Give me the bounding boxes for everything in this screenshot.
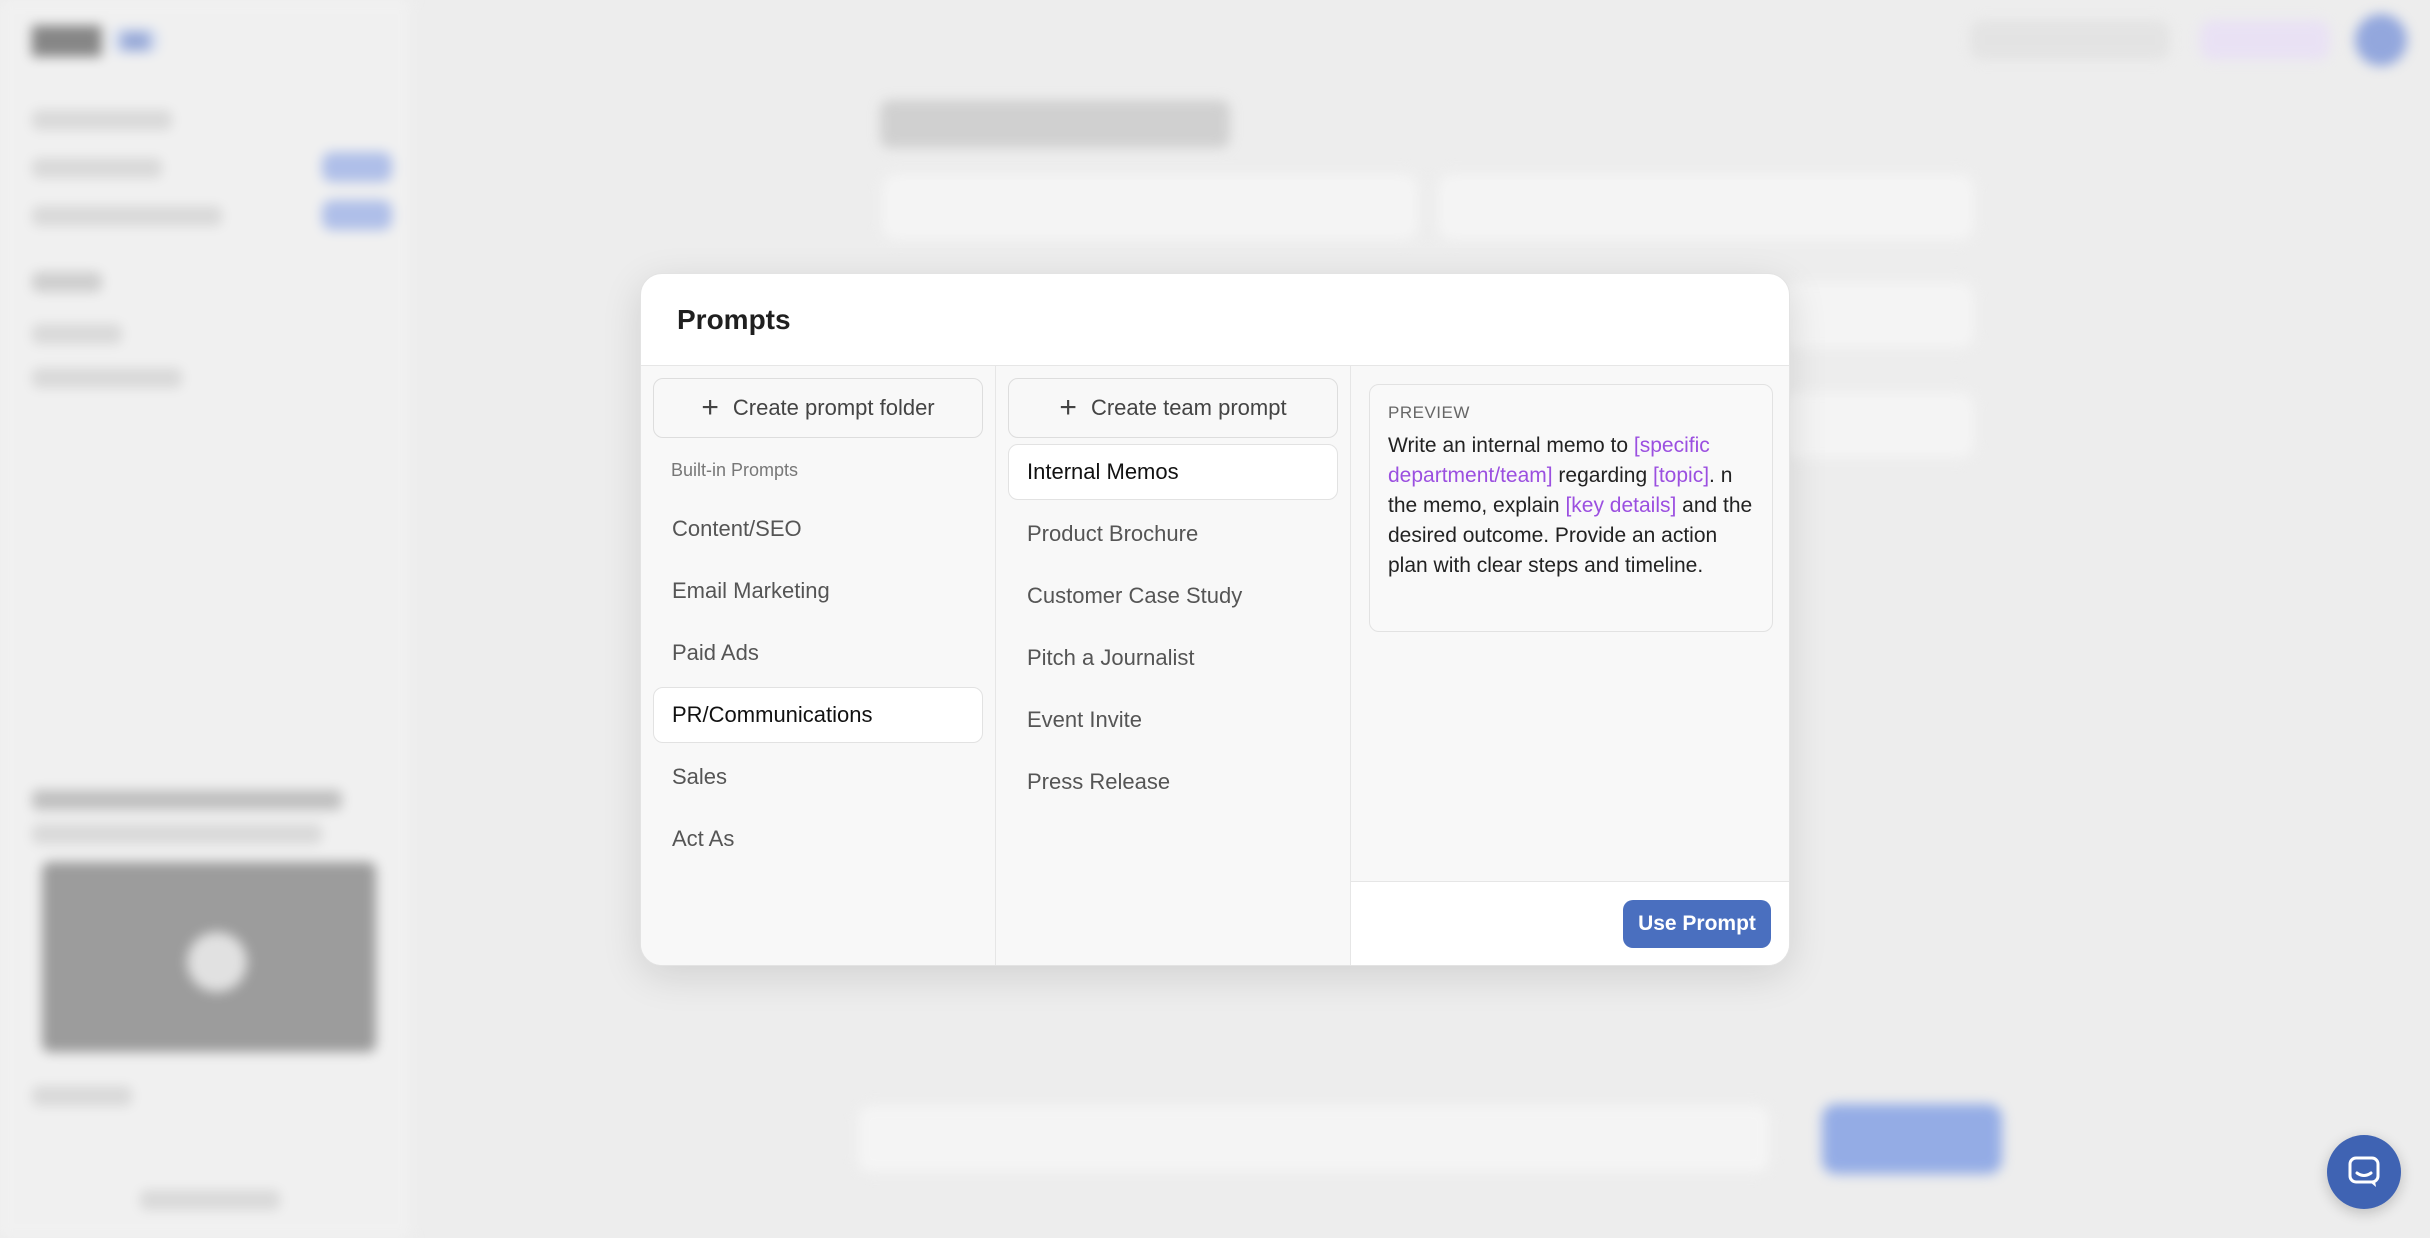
create-team-prompt-label: Create team prompt [1090,395,1287,420]
preview-label: PREVIEW [1388,403,1470,422]
create-team-prompt-button[interactable]: + Create team prompt [1008,378,1338,438]
folder-item-sales[interactable]: Sales [653,749,983,805]
prompts-modal: Prompts + Create prompt folder Built-in … [640,273,1790,966]
prompt-list: Internal Memos Product Brochure Customer… [1008,444,1338,810]
preview-variable: [key details] [1565,494,1677,517]
create-prompt-folder-button[interactable]: + Create prompt folder [653,378,983,438]
preview-variable: [topic] [1653,464,1710,487]
folder-item-pr-communications[interactable]: PR/Communications [653,687,983,743]
preview-footer: Use Prompt [1351,881,1789,965]
prompt-item-press-release[interactable]: Press Release [1008,754,1338,810]
prompt-item-event-invite[interactable]: Event Invite [1008,692,1338,748]
prompts-column: + Create team prompt Internal Memos Prod… [996,366,1351,965]
preview-column: PREVIEW Write an internal memo to [speci… [1351,366,1789,965]
folder-list: Content/SEO Email Marketing Paid Ads PR/… [653,501,983,867]
folder-item-act-as[interactable]: Act As [653,811,983,867]
preview-box: PREVIEW Write an internal memo to [speci… [1369,384,1773,632]
modal-title: Prompts [677,303,791,335]
prompt-item-customer-case-study[interactable]: Customer Case Study [1008,568,1338,624]
folders-column: + Create prompt folder Built-in Prompts … [641,366,996,965]
folder-item-content-seo[interactable]: Content/SEO [653,501,983,557]
modal-header: Prompts [641,274,1789,366]
chat-launcher-button[interactable] [2327,1135,2401,1209]
chat-bubble-icon [2348,1156,2380,1187]
folder-item-email-marketing[interactable]: Email Marketing [653,563,983,619]
use-prompt-button[interactable]: Use Prompt [1623,900,1771,948]
modal-body: + Create prompt folder Built-in Prompts … [641,366,1789,965]
prompt-item-product-brochure[interactable]: Product Brochure [1008,506,1338,562]
prompt-item-internal-memos[interactable]: Internal Memos [1008,444,1338,500]
create-prompt-folder-label: Create prompt folder [732,395,935,420]
built-in-prompts-label: Built-in Prompts [671,460,799,480]
plus-icon: + [1059,391,1077,424]
preview-text-segment: Write an internal memo to [1388,434,1634,457]
preview-text-segment: regarding [1552,464,1653,487]
prompt-item-pitch-a-journalist[interactable]: Pitch a Journalist [1008,630,1338,686]
background-sidebar: ▇▇▇ ▇▇ [0,0,412,1238]
plus-icon: + [701,391,719,424]
background-logo: ▇▇▇ ▇▇ [32,22,160,57]
folder-item-paid-ads[interactable]: Paid Ads [653,625,983,681]
preview-text: Write an internal memo to [specific depa… [1388,431,1754,581]
